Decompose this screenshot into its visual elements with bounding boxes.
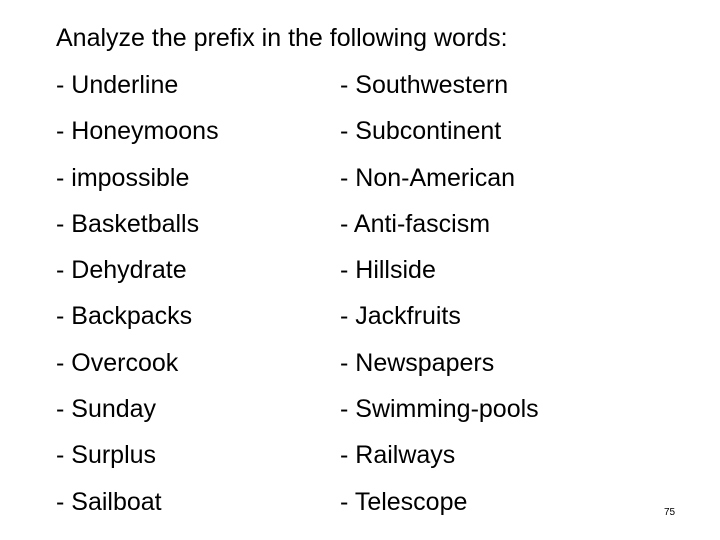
page-number: 75: [664, 507, 676, 518]
slide: Analyze the prefix in the following word…: [0, 0, 720, 540]
list-item: - Backpacks: [56, 302, 193, 331]
list-item: - Jackfruits: [340, 302, 461, 331]
list-item: - Railways: [340, 441, 456, 470]
list-item: - Swimming-pools: [340, 395, 539, 424]
list-item: - Honeymoons: [56, 117, 219, 146]
list-item: - Basketballs: [56, 209, 200, 238]
list-item: - Sailboat: [56, 487, 162, 516]
list-item: - Telescope: [340, 487, 468, 516]
list-item: - impossible: [56, 163, 190, 192]
word-list-right: - Southwestern - Subcontinent - Non-Amer…: [340, 62, 539, 525]
list-item: - Hillside: [340, 256, 436, 285]
word-list-left: - Underline - Honeymoons - impossible - …: [56, 62, 219, 525]
list-item: - Dehydrate: [56, 256, 187, 285]
list-item: - Sunday: [56, 395, 157, 424]
list-item: - Underline: [56, 71, 179, 99]
list-item: - Southwestern: [340, 71, 509, 99]
list-item: - Anti-fascism: [340, 209, 491, 238]
list-item: - Overcook: [56, 348, 179, 377]
list-item: - Subcontinent: [340, 117, 502, 146]
list-item: - Non-American: [340, 163, 516, 192]
list-item: - Newspapers: [340, 348, 495, 377]
slide-title: Analyze the prefix in the following word…: [56, 24, 508, 52]
list-item: - Surplus: [56, 441, 157, 470]
